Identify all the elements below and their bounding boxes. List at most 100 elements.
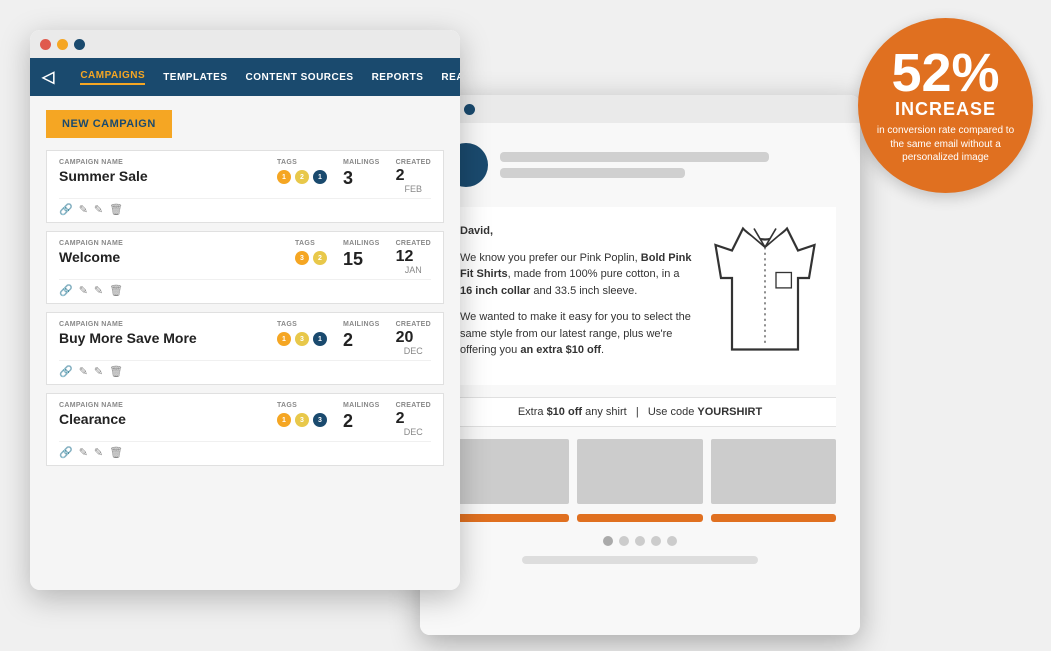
titlebar-left [30, 30, 460, 58]
nav-dot-2[interactable] [619, 536, 629, 546]
label-campaign-name-2: CAMPAIGN NAME [59, 240, 279, 247]
created-month-2: JAN [396, 265, 431, 275]
card-actions-1: 🔗 ✎ ✎ 🗑 [59, 198, 431, 218]
tag-1-1: 1 [277, 170, 291, 184]
created-day-3: 20 [396, 330, 431, 346]
label-created-4: CREATED [396, 402, 431, 409]
nav-item-campaigns[interactable]: CAMPAIGNS [80, 70, 145, 85]
delete-icon[interactable]: 🗑 [109, 203, 123, 216]
body-paragraph-2: We wanted to make it easy for you to sel… [460, 309, 694, 359]
campaign-name-2: Welcome [59, 249, 279, 265]
tag-icon-3[interactable]: 🔗 [59, 365, 73, 378]
nav-item-templates[interactable]: TEMPLATES [163, 72, 227, 83]
email-text-column: David, We know you prefer our Pink Popli… [460, 223, 694, 369]
product-thumb-1 [444, 439, 569, 504]
created-month-3: DEC [396, 346, 431, 356]
label-tags-2: TAGS [295, 240, 327, 247]
header-line-1 [500, 152, 769, 162]
delete-icon-4[interactable]: 🗑 [109, 446, 123, 459]
nav-dot-4[interactable] [651, 536, 661, 546]
dot-blue [74, 39, 85, 50]
created-month-1: FEB [396, 184, 431, 194]
badge-percent: 52% [891, 46, 999, 100]
header-line-2 [500, 168, 685, 178]
label-mailings-4: MAILINGS [343, 402, 380, 409]
promo-bar: Extra $10 off any shirt | Use code YOURS… [444, 397, 836, 427]
mailings-2: 15 [343, 249, 380, 270]
product-labels [444, 514, 836, 522]
product-label-3 [711, 514, 836, 522]
campaign-card-summer-sale: CAMPAIGN NAME Summer Sale TAGS 1 2 1 MAI… [46, 150, 444, 223]
label-mailings-3: MAILINGS [343, 321, 380, 328]
email-header-bar [444, 143, 836, 187]
tag-2-2: 2 [313, 251, 327, 265]
nav-dots [444, 536, 836, 546]
tag-action-icon[interactable]: 🔗 [59, 203, 73, 216]
tag-4-2: 3 [295, 413, 309, 427]
bar-chart-icon[interactable]: ✎ [79, 203, 88, 216]
created-day-2: 12 [396, 249, 431, 265]
email-body: David, We know you prefer our Pink Popli… [444, 207, 836, 385]
greeting: David, [460, 223, 694, 240]
card-actions-3: 🔗 ✎ ✎ 🗑 [59, 360, 431, 380]
label-tags-4: TAGS [277, 402, 327, 409]
email-content: David, We know you prefer our Pink Popli… [420, 123, 860, 635]
edit-icon-2[interactable]: ✎ [94, 284, 103, 297]
label-campaign-name-4: CAMPAIGN NAME [59, 402, 261, 409]
tags-row-1: 1 2 1 [277, 170, 327, 184]
nav-item-content-sources[interactable]: CONTENT SOURCES [246, 72, 354, 83]
tag-1-3: 1 [313, 170, 327, 184]
nav-logo: ◁ [42, 67, 54, 87]
label-tags-1: TAGS [277, 159, 327, 166]
tag-3-1: 1 [277, 332, 291, 346]
body-paragraph-1: We know you prefer our Pink Poplin, Bold… [460, 250, 694, 300]
chart-icon-2[interactable]: ✎ [79, 284, 88, 297]
label-tags-3: TAGS [277, 321, 327, 328]
shirt-illustration [710, 223, 820, 369]
edit-icon-4[interactable]: ✎ [94, 446, 103, 459]
label-created-2: CREATED [396, 240, 431, 247]
tag-4-1: 1 [277, 413, 291, 427]
badge-increase: INCREASE [895, 100, 996, 120]
product-label-2 [577, 514, 702, 522]
tag-4-3: 3 [313, 413, 327, 427]
delete-icon-2[interactable]: 🗑 [109, 284, 123, 297]
chart-icon-4[interactable]: ✎ [79, 446, 88, 459]
tag-icon-4[interactable]: 🔗 [59, 446, 73, 459]
label-mailings-2: MAILINGS [343, 240, 380, 247]
edit-icon-3[interactable]: ✎ [94, 365, 103, 378]
mailings-3: 2 [343, 330, 380, 351]
created-month-4: DEC [396, 427, 431, 437]
new-campaign-button[interactable]: NEW CAMPAIGN [46, 110, 172, 138]
tag-icon-2[interactable]: 🔗 [59, 284, 73, 297]
tag-3-2: 3 [295, 332, 309, 346]
footer-line [522, 556, 757, 564]
delete-icon-3[interactable]: 🗑 [109, 365, 123, 378]
dot-yellow [57, 39, 68, 50]
edit-icon[interactable]: ✎ [94, 203, 103, 216]
conversion-badge: 52% INCREASE in conversion rate compared… [858, 18, 1033, 193]
scene: ◁ CAMPAIGNS TEMPLATES CONTENT SOURCES RE… [0, 0, 1051, 651]
campaign-content: NEW CAMPAIGN CAMPAIGN NAME Summer Sale T… [30, 96, 460, 590]
titlebar-right [420, 95, 860, 123]
nav-dot-1[interactable] [603, 536, 613, 546]
window-email-preview: David, We know you prefer our Pink Popli… [420, 95, 860, 635]
campaign-name-1: Summer Sale [59, 168, 261, 184]
email-header-lines [500, 152, 836, 178]
label-mailings-1: MAILINGS [343, 159, 380, 166]
nav-item-reports[interactable]: REPORTS [372, 72, 424, 83]
card-actions-4: 🔗 ✎ ✎ 🗑 [59, 441, 431, 461]
nav-dot-3[interactable] [635, 536, 645, 546]
nav-dot-5[interactable] [667, 536, 677, 546]
created-day-1: 2 [396, 168, 431, 184]
campaign-card-buy-more: CAMPAIGN NAME Buy More Save More TAGS 1 … [46, 312, 444, 385]
nav-item-realtime[interactable]: REAL TIME [441, 72, 460, 83]
campaign-card-clearance: CAMPAIGN NAME Clearance TAGS 1 3 3 MAILI… [46, 393, 444, 466]
tag-2-1: 3 [295, 251, 309, 265]
tags-row-2: 3 2 [295, 251, 327, 265]
campaign-name-4: Clearance [59, 411, 261, 427]
product-thumb-3 [711, 439, 836, 504]
chart-icon-3[interactable]: ✎ [79, 365, 88, 378]
product-thumb-2 [577, 439, 702, 504]
tags-row-4: 1 3 3 [277, 413, 327, 427]
